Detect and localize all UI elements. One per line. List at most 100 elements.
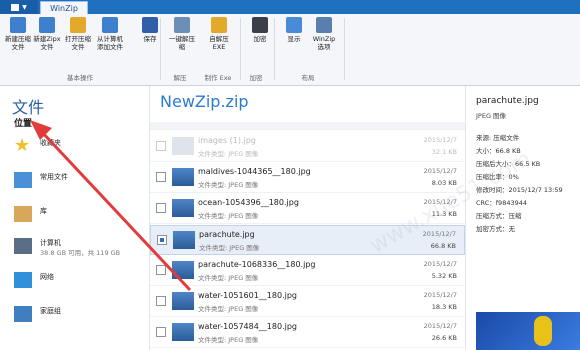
file-size: 5.32 KB	[431, 272, 457, 280]
location-subtext: 38.8 GB 可用，共 119 GB	[40, 249, 121, 257]
ribbon-separator	[160, 18, 161, 80]
image-thumbnail	[172, 168, 194, 186]
ribbon-group-label: 加密	[249, 74, 263, 82]
file-type: 文件类型: JPEG 图像	[198, 305, 259, 313]
file-checkbox[interactable]	[156, 265, 166, 275]
file-date: 2015/12/7	[423, 167, 457, 175]
detail-line: CRC：f9843944	[476, 199, 528, 207]
new-zipx-icon	[39, 17, 55, 33]
one-click-unzip-icon	[174, 17, 190, 33]
encrypt-button[interactable]: 加密	[246, 17, 274, 43]
encrypt-icon	[252, 17, 268, 33]
file-type: 文件类型: JPEG 图像	[198, 212, 259, 220]
left-pane: 文件 位置 ★ 收藏夹常用文件库计算机 38.8 GB 可用，共 119 GB 网络家…	[0, 86, 150, 350]
location-label: 网络	[40, 273, 54, 281]
file-date: 2015/12/7	[423, 322, 457, 330]
location-label: 家庭组	[40, 307, 61, 315]
file-date: 2015/12/7	[422, 230, 456, 238]
new-zipx-button[interactable]: 新建Zipx文件	[33, 17, 61, 51]
file-checkbox[interactable]	[156, 327, 166, 337]
location-item[interactable]: 常用文件	[14, 170, 144, 194]
location-item[interactable]: 网络	[14, 270, 144, 294]
add-from-computer-button[interactable]: 从计算机添加文件	[96, 17, 124, 51]
ribbon-group-label: 基本操作	[67, 74, 93, 82]
file-name: ocean-1054396__180.jpg	[198, 198, 299, 207]
file-type: 文件类型: JPEG 图像	[198, 336, 259, 344]
location-item[interactable]: 计算机 38.8 GB 可用，共 119 GB	[14, 236, 144, 260]
one-click-unzip-button[interactable]: 一键解压缩	[168, 17, 196, 51]
detail-line: 大小：66.8 KB	[476, 147, 521, 155]
detail-line: 来源: 压缩文件	[476, 134, 520, 142]
parachute-shape	[534, 316, 552, 346]
file-type: 文件类型: JPEG 图像	[198, 274, 259, 282]
title-tab-bar: ▼ WinZip	[0, 0, 580, 14]
file-checkbox[interactable]	[156, 203, 166, 213]
detail-line: 压缩后大小：66.5 KB	[476, 160, 541, 168]
ribbon-button-label: 一键解压缩	[169, 35, 195, 51]
file-row[interactable]: water-1051601__180.jpg 文件类型: JPEG 图像 2015/…	[150, 287, 465, 317]
display-icon	[286, 17, 302, 33]
detail-line: 修改时间：2015/12/7 13:59	[476, 186, 563, 194]
file-checkbox[interactable]	[156, 172, 166, 182]
file-checkbox[interactable]	[156, 141, 166, 151]
details-file-name: parachute.jpg	[476, 96, 539, 106]
file-name: images (1).jpg	[198, 136, 256, 145]
ribbon-button-label: 显示	[287, 35, 301, 43]
image-thumbnail	[172, 323, 194, 341]
document-icon	[11, 3, 20, 11]
file-date: 2015/12/7	[423, 260, 457, 268]
location-item[interactable]: ★ 收藏夹	[14, 136, 144, 160]
file-row[interactable]: ocean-1054396__180.jpg 文件类型: JPEG 图像 2015/…	[150, 194, 465, 224]
self-extract-exe-icon	[211, 17, 227, 33]
location-item[interactable]: 库	[14, 204, 144, 228]
location-label: 常用文件	[40, 173, 68, 181]
file-menu-button[interactable]: ▼	[0, 0, 38, 14]
computer-icon	[14, 238, 32, 254]
tab-winzip[interactable]: WinZip	[40, 1, 88, 14]
detail-line: 压缩比率：0%	[476, 173, 519, 181]
image-thumbnail	[172, 261, 194, 279]
ribbon-separator	[240, 18, 241, 80]
image-thumbnail	[172, 137, 194, 155]
winzip-options-button[interactable]: WinZip选项	[310, 17, 338, 51]
chevron-down-icon: ▼	[22, 3, 27, 11]
file-checkbox[interactable]	[157, 235, 167, 245]
details-pane: parachute.jpg JPEG 图像 来源: 压缩文件 大小：66.8 KB…	[465, 86, 580, 350]
ribbon-button-label: WinZip选项	[312, 35, 336, 51]
ribbon-group-label: 制作 Exe	[204, 74, 232, 82]
new-zip-icon	[10, 17, 26, 33]
save-icon	[142, 17, 158, 33]
file-row[interactable]: maldives-1044365__180.jpg 文件类型: JPEG 图像 20…	[150, 163, 465, 193]
file-checkbox[interactable]	[156, 296, 166, 306]
location-label: 收藏夹	[40, 139, 61, 147]
file-row[interactable]: images (1).jpg 文件类型: JPEG 图像 2015/12/7 32.1…	[150, 132, 465, 162]
file-name: parachute.jpg	[199, 230, 255, 239]
open-zip-button[interactable]: 打开压缩文件	[64, 17, 92, 51]
file-name: parachute-1068336__180.jpg	[198, 260, 316, 269]
file-row[interactable]: parachute.jpg 文件类型: JPEG 图像 2015/12/7 66.8 …	[150, 225, 465, 255]
pane-title: 文件	[12, 98, 45, 117]
file-name: water-1057484__180.jpg	[198, 322, 297, 331]
winzip-options-icon	[316, 17, 332, 33]
file-row[interactable]: water-1057484__180.jpg 文件类型: JPEG 图像 2015/…	[150, 318, 465, 348]
list-header-strip	[150, 122, 465, 130]
ribbon-separator	[274, 18, 275, 80]
file-row[interactable]: parachute-1068336__180.jpg 文件类型: JPEG 图像 2…	[150, 256, 465, 286]
new-zip-button[interactable]: 新建压缩文件	[4, 17, 32, 51]
location-item[interactable]: 家庭组	[14, 304, 144, 328]
detail-line: 压缩方式：压缩	[476, 212, 522, 220]
homegroup-icon	[14, 306, 32, 322]
self-extract-exe-button[interactable]: 自解压EXE	[205, 17, 233, 51]
ribbon-button-label: 打开压缩文件	[65, 35, 91, 51]
folder-icon	[14, 172, 32, 188]
file-type: 文件类型: JPEG 图像	[199, 244, 260, 252]
locations-heading: 位置	[14, 119, 33, 129]
file-size: 8.03 KB	[431, 179, 457, 187]
file-name: maldives-1044365__180.jpg	[198, 167, 311, 176]
add-from-computer-icon	[102, 17, 118, 33]
display-button[interactable]: 显示	[280, 17, 308, 43]
file-size: 66.8 KB	[430, 242, 456, 250]
image-preview	[476, 312, 580, 350]
file-size: 11.3 KB	[431, 210, 457, 218]
details-file-type: JPEG 图像	[476, 112, 507, 120]
